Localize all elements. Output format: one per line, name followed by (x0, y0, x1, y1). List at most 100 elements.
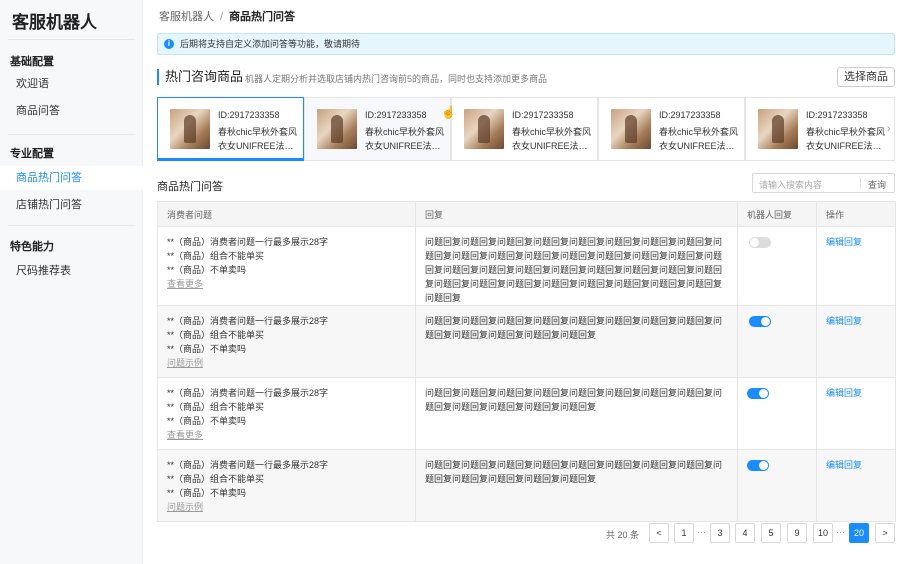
sidebar-group-feature: 特色能力 (10, 241, 54, 253)
breadcrumb: 客服机器人 / 商品热门问答 (159, 8, 295, 24)
robot-reply-toggle[interactable] (747, 460, 769, 471)
notice-text: 后期将支持自定义添加问答等功能，敬请期待 (180, 39, 361, 49)
select-product-button[interactable]: 选择商品 (837, 67, 895, 87)
product-id: ID:2917233358 (365, 110, 427, 120)
question-cell: **（商品）消费者问题一行最多展示28字 **（商品）组合不能单买 **（商品）… (157, 449, 416, 522)
product-id: ID:2917233358 (218, 110, 280, 120)
search-box: 请输入搜索内容 查询 (752, 173, 895, 193)
divider (8, 134, 135, 135)
column-header-action: 操作 (816, 201, 896, 227)
product-name: 春秋chic早秋外套风衣女UNIFREE法… (806, 127, 886, 151)
breadcrumb-current: 商品热门问答 (229, 11, 296, 23)
question-line: **（商品）消费者问题一行最多展示28字 (167, 460, 329, 470)
robot-reply-cell (737, 305, 817, 378)
page-button[interactable]: 4 (735, 523, 755, 543)
edit-reply-link[interactable]: 编辑回复 (826, 316, 862, 326)
question-line: **（商品）消费者问题一行最多展示28字 (167, 237, 329, 247)
product-thumbnail (611, 109, 651, 149)
product-name: 春秋chic早秋外套风衣女UNIFREE法… (512, 127, 592, 151)
product-thumbnail (758, 109, 798, 149)
pagination-ellipsis[interactable]: ··· (697, 527, 706, 537)
product-id: ID:2917233358 (512, 110, 574, 120)
qa-list-title: 商品热门问答 (157, 181, 223, 193)
prev-page-button[interactable]: < (649, 523, 669, 543)
divider (8, 39, 135, 40)
robot-reply-toggle[interactable] (747, 388, 769, 399)
product-name: 春秋chic早秋外套风衣女UNIFREE法… (365, 127, 445, 151)
divider (860, 178, 861, 188)
question-cell: **（商品）消费者问题一行最多展示28字 **（商品）组合不能单买 **（商品）… (157, 305, 416, 378)
page-button[interactable]: 10 (813, 523, 833, 543)
column-header-reply: 回复 (415, 201, 738, 227)
question-line: **（商品）不单卖吗 (167, 344, 247, 354)
product-card[interactable]: ID:2917233358 春秋chic早秋外套风衣女UNIFREE法… (157, 97, 304, 161)
main-content: 客服机器人 / 商品热门问答 i 后期将支持自定义添加问答等功能，敬请期待 热门咨询… (143, 0, 920, 564)
example-link[interactable]: 问题示例 (167, 356, 407, 370)
question-line: **（商品）组合不能单买 (167, 474, 265, 484)
search-button[interactable]: 查询 (868, 178, 886, 191)
product-name: 春秋chic早秋外套风衣女UNIFREE法… (659, 127, 739, 151)
view-more-link[interactable]: 查看更多 (167, 277, 407, 291)
section-title: 热门咨询商品 (157, 69, 243, 85)
action-cell: 编辑回复 (816, 449, 896, 522)
page-button-current[interactable]: 20 (849, 523, 869, 543)
table-row: **（商品）消费者问题一行最多展示28字 **（商品）组合不能单买 **（商品）… (157, 305, 896, 378)
table-row: **（商品）消费者问题一行最多展示28字 **（商品）组合不能单买 **（商品）… (157, 226, 896, 306)
robot-reply-cell (737, 377, 817, 450)
action-cell: 编辑回复 (816, 377, 896, 450)
robot-reply-toggle[interactable] (749, 237, 771, 248)
sidebar: 客服机器人 基础配置 欢迎语 商品问答 专业配置 商品热门问答 店铺热门问答 特… (0, 0, 143, 564)
edit-reply-link[interactable]: 编辑回复 (826, 388, 862, 398)
total-count: 共 20 条 (606, 530, 640, 540)
question-cell: **（商品）消费者问题一行最多展示28字 **（商品）组合不能单买 **（商品）… (157, 226, 416, 306)
view-more-link[interactable]: 查看更多 (167, 428, 407, 442)
sidebar-item-shop-hot-qa[interactable]: 店铺热门问答 (0, 193, 143, 217)
reply-cell: 问题回复问题回复问题回复问题回复问题回复问题回复问题回复问题回复问题回复问题回复… (415, 305, 738, 378)
column-header-robot: 机器人回复 (737, 201, 817, 227)
edit-reply-link[interactable]: 编辑回复 (826, 460, 862, 470)
product-cards: ID:2917233358 春秋chic早秋外套风衣女UNIFREE法… ID:… (157, 97, 895, 161)
sidebar-item-size-table[interactable]: 尺码推荐表 (0, 259, 143, 283)
question-cell: **（商品）消费者问题一行最多展示28字 **（商品）组合不能单买 **（商品）… (157, 377, 416, 450)
product-card[interactable]: ID:2917233358 春秋chic早秋外套风衣女UNIFREE法… (304, 97, 451, 161)
table-row: **（商品）消费者问题一行最多展示28字 **（商品）组合不能单买 **（商品）… (157, 449, 896, 522)
action-cell: 编辑回复 (816, 226, 896, 306)
product-id: ID:2917233358 (806, 110, 868, 120)
reply-cell: 问题回复问题回复问题回复问题回复问题回复问题回复问题回复问题回复问题回复问题回复… (415, 377, 738, 450)
table-row: **（商品）消费者问题一行最多展示28字 **（商品）组合不能单买 **（商品）… (157, 377, 896, 450)
pagination-ellipsis[interactable]: ··· (836, 527, 845, 537)
product-card[interactable]: ID:2917233358 春秋chic早秋外套风衣女UNIFREE法… (598, 97, 745, 161)
page-button[interactable]: 3 (710, 523, 730, 543)
page-button[interactable]: 1 (674, 523, 694, 543)
qa-table: 消费者问题 回复 机器人回复 操作 **（商品）消费者问题一行最多展示28字 *… (157, 201, 896, 522)
notice-banner: i 后期将支持自定义添加问答等功能，敬请期待 (157, 33, 895, 55)
question-line: **（商品）组合不能单买 (167, 330, 265, 340)
product-id: ID:2917233358 (659, 110, 721, 120)
reply-cell: 问题回复问题回复问题回复问题回复问题回复问题回复问题回复问题回复问题回复问题回复… (415, 449, 738, 522)
page-button[interactable]: 9 (787, 523, 807, 543)
example-link[interactable]: 问题示例 (167, 500, 407, 514)
chevron-right-icon[interactable]: › (887, 123, 891, 135)
sidebar-item-product-hot-qa[interactable]: 商品热门问答 (0, 166, 143, 190)
product-name: 春秋chic早秋外套风衣女UNIFREE法… (218, 127, 298, 151)
page-button[interactable]: 5 (761, 523, 781, 543)
robot-reply-cell (737, 226, 817, 306)
sidebar-item-product-qa[interactable]: 商品问答 (0, 99, 143, 123)
search-input[interactable]: 请输入搜索内容 (759, 178, 822, 191)
question-line: **（商品）消费者问题一行最多展示28字 (167, 388, 329, 398)
info-icon: i (164, 39, 174, 49)
robot-reply-toggle[interactable] (749, 316, 771, 327)
app-title: 客服机器人 (12, 13, 97, 32)
product-card[interactable]: ID:2917233358 春秋chic早秋外套风衣女UNIFREE法… (451, 97, 598, 161)
breadcrumb-root[interactable]: 客服机器人 (159, 11, 214, 23)
sidebar-item-welcome[interactable]: 欢迎语 (0, 72, 143, 96)
edit-reply-link[interactable]: 编辑回复 (826, 237, 862, 247)
question-line: **（商品）消费者问题一行最多展示28字 (167, 316, 329, 326)
sidebar-group-basic: 基础配置 (10, 56, 54, 68)
column-header-question: 消费者问题 (157, 201, 416, 227)
question-line: **（商品）不单卖吗 (167, 265, 247, 275)
next-page-button[interactable]: > (875, 523, 895, 543)
question-line: **（商品）不单卖吗 (167, 488, 247, 498)
action-cell: 编辑回复 (816, 305, 896, 378)
product-card[interactable]: ID:2917233358 春秋chic早秋外套风衣女UNIFREE法… (745, 97, 895, 161)
